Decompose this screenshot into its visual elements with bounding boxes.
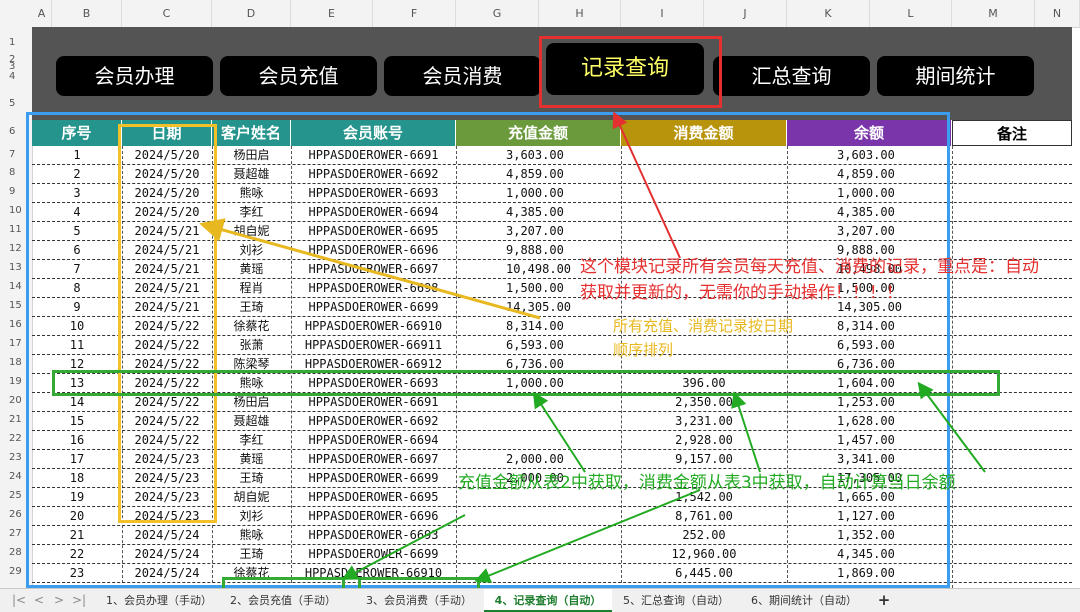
sheet-tab-membership[interactable]: 1、会员办理（手动） [98, 589, 220, 612]
green-arrow-3 [917, 381, 986, 473]
sheet-tab-summary[interactable]: 5、汇总查询（自动） [614, 589, 738, 612]
green-arrow-1 [532, 391, 586, 473]
annotation-red: 这个模块记录所有会员每天充值、消费的记录，重点是：自动获取并更新的，无需你的手动… [580, 257, 1039, 303]
sheet-tab-records[interactable]: 4、记录查询（自动） [484, 589, 612, 612]
green-arrow-2 [731, 391, 761, 473]
green-arrow-4 [341, 514, 466, 580]
yellow-arrow [199, 218, 541, 320]
sheet-tab-consume[interactable]: 3、会员消费（手动） [358, 589, 480, 612]
sheet-tab-recharge[interactable]: 2、会员充值（手动） [222, 589, 344, 612]
sheet-tab-period[interactable]: 6、期间统计（自动） [742, 589, 866, 612]
first-sheet-arrow[interactable]: |< [12, 589, 26, 612]
last-sheet-arrow[interactable]: >| [72, 589, 86, 612]
prev-sheet-arrow[interactable]: < [34, 589, 44, 612]
annotation-green: 充值金额从表2中获取，消费金额从表3中获取，自动计算当日余额 [458, 473, 956, 493]
annotation-yellow: 所有充值、消费记录按日期顺序排列 [613, 317, 794, 359]
next-sheet-arrow[interactable]: > [54, 589, 64, 612]
sheet-tab-bar: |< < > >| 1、会员办理（手动） 2、会员充值（手动） 3、会员消费（手… [0, 588, 1080, 612]
green-arrow-5 [474, 489, 701, 583]
red-arrow [612, 111, 681, 259]
add-sheet-button[interactable]: + [872, 589, 896, 612]
